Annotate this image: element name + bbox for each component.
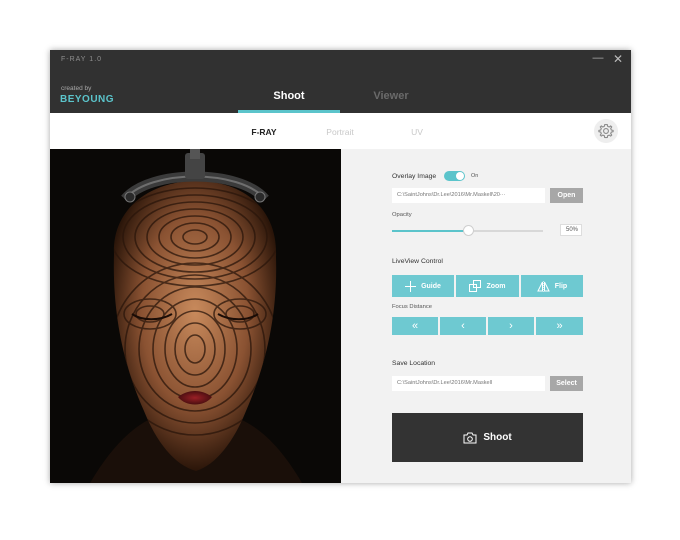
opacity-label: Opacity: [392, 212, 412, 218]
brand-caption: created by: [61, 85, 92, 92]
save-path-field[interactable]: C:\SaintJohns\Dr.Lee\2016\Mr.Maskell: [392, 376, 545, 391]
chevron-left-icon: ‹: [461, 320, 465, 332]
tab-uv[interactable]: UV: [387, 127, 447, 137]
focus-distance-label: Focus Distance: [392, 304, 432, 310]
title-bar: F-RAY 1.0 — ✕ created by BEYOUNG Shoot V…: [50, 50, 631, 113]
minimize-button[interactable]: —: [592, 52, 604, 66]
flip-button[interactable]: Flip: [521, 275, 583, 297]
brand-logo: BEYOUNG: [60, 94, 115, 105]
shoot-button[interactable]: Shoot: [392, 413, 583, 462]
focus-forward-button[interactable]: ›: [488, 317, 534, 335]
mode-tab-bar: F-RAY Portrait UV: [50, 113, 631, 149]
double-chevron-right-icon: »: [556, 320, 563, 332]
chevron-right-icon: ›: [509, 320, 513, 332]
save-location-label: Save Location: [392, 360, 436, 367]
overlay-toggle-state: On: [471, 173, 479, 179]
tab-shoot[interactable]: Shoot: [238, 90, 340, 106]
live-view-image: [50, 149, 341, 483]
tab-f-ray[interactable]: F-RAY: [234, 127, 294, 137]
shoot-label: Shoot: [483, 432, 512, 443]
guide-button[interactable]: Guide: [392, 275, 454, 297]
liveview-control-label: LiveView Control: [392, 258, 443, 265]
open-button[interactable]: Open: [550, 188, 583, 203]
focus-back-button[interactable]: ‹: [440, 317, 486, 335]
gear-icon: [598, 123, 614, 139]
focus-far-forward-button[interactable]: »: [536, 317, 583, 335]
close-button[interactable]: ✕: [612, 52, 624, 66]
camera-icon: [463, 432, 477, 443]
opacity-value[interactable]: 50%: [560, 224, 582, 236]
overlay-path-field[interactable]: C:\SaintJohns\Dr.Lee\2016\Mr.Maskell\20·…: [392, 188, 545, 203]
face-preview-image: [50, 149, 341, 483]
overlay-toggle[interactable]: [444, 171, 465, 181]
app-title: F-RAY 1.0: [61, 56, 103, 63]
opacity-slider-fill: [392, 230, 468, 232]
zoom-squares-icon: [469, 280, 482, 292]
zoom-label: Zoom: [486, 282, 506, 290]
select-button[interactable]: Select: [550, 376, 583, 391]
plus-icon: [405, 280, 417, 292]
flip-icon: [536, 280, 550, 292]
opacity-slider-thumb[interactable]: [462, 225, 474, 236]
double-chevron-left-icon: «: [411, 320, 419, 332]
app-window: F-RAY 1.0 — ✕ created by BEYOUNG Shoot V…: [50, 50, 631, 483]
tab-viewer[interactable]: Viewer: [340, 90, 442, 106]
tab-portrait[interactable]: Portrait: [310, 127, 370, 137]
settings-button[interactable]: [594, 119, 618, 143]
guide-label: Guide: [421, 282, 441, 290]
opacity-slider[interactable]: [392, 225, 543, 236]
focus-far-back-button[interactable]: «: [392, 317, 438, 335]
flip-label: Flip: [554, 282, 568, 290]
toggle-knob: [456, 172, 464, 180]
overlay-image-label: Overlay Image: [392, 173, 437, 180]
zoom-button[interactable]: Zoom: [456, 275, 519, 297]
